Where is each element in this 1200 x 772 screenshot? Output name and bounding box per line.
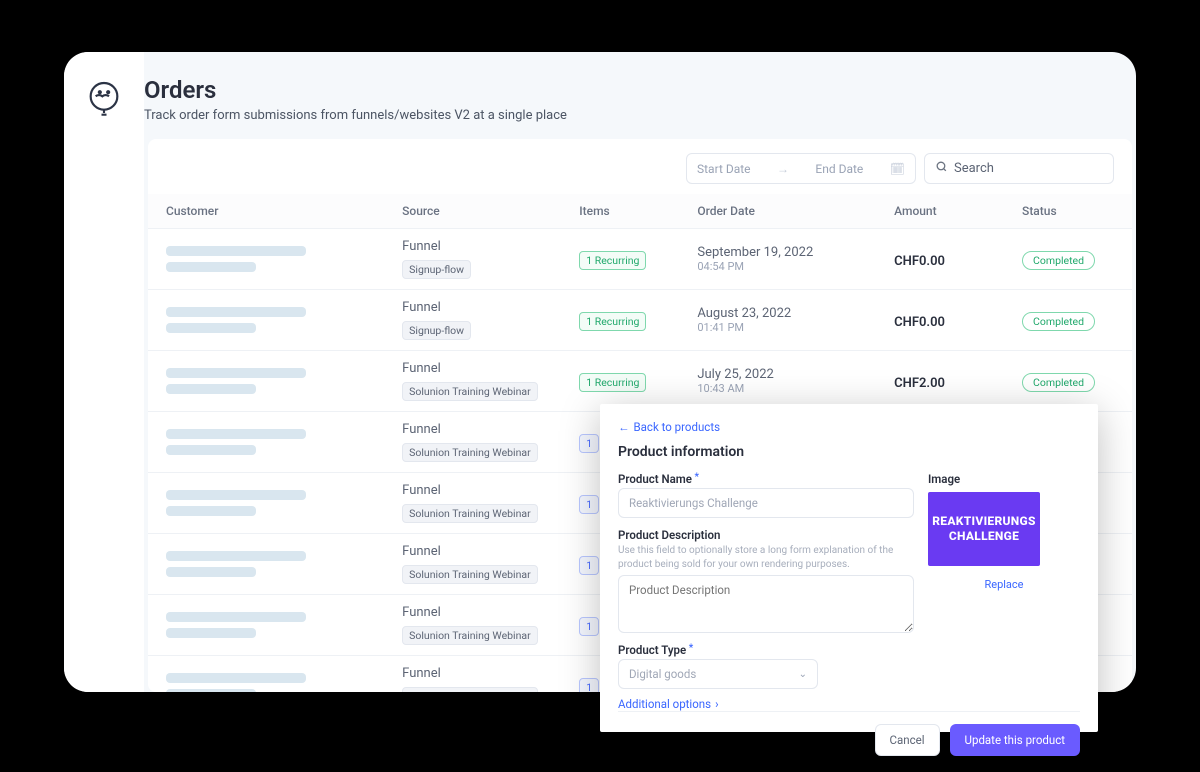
customer-redacted bbox=[166, 307, 366, 333]
source-type: Funnel bbox=[402, 666, 543, 681]
order-time: 01:41 PM bbox=[697, 321, 858, 334]
col-source: Source bbox=[384, 194, 561, 229]
items-pill: 1 Recurring bbox=[579, 312, 646, 331]
page-subtitle: Track order form submissions from funnel… bbox=[144, 108, 1136, 123]
page-title: Orders bbox=[144, 76, 1136, 104]
search-icon bbox=[935, 160, 948, 177]
product-type-select[interactable]: Digital goods ⌄ bbox=[618, 659, 818, 689]
order-date: July 25, 2022 bbox=[697, 367, 858, 382]
source-chip: Solunion Training Webinar bbox=[402, 687, 538, 692]
page-header: Orders Track order form submissions from… bbox=[144, 52, 1136, 139]
items-pill: 1 Recurring bbox=[579, 251, 646, 270]
items-pill: 1 Recurring bbox=[579, 373, 646, 392]
source-type: Funnel bbox=[402, 483, 543, 498]
end-date-placeholder: End Date bbox=[815, 162, 863, 176]
table-row[interactable]: Funnel Signup-flow 1 Recurring September 19… bbox=[148, 229, 1132, 290]
product-name-label: Product Name * bbox=[618, 472, 914, 486]
chevron-right-icon: › bbox=[715, 697, 718, 711]
product-type-label: Product Type * bbox=[618, 643, 914, 657]
source-chip: Signup-flow bbox=[402, 260, 471, 279]
image-label: Image bbox=[928, 472, 1080, 486]
items-pill: 1 bbox=[579, 617, 599, 636]
modal-footer: Cancel Update this product bbox=[618, 711, 1080, 770]
arrow-left-icon: ← bbox=[618, 420, 630, 434]
customer-redacted bbox=[166, 551, 366, 577]
filters-bar: Start Date → End Date 🗓 Search bbox=[148, 139, 1132, 194]
sidebar bbox=[64, 52, 144, 692]
col-orderdate: Order Date bbox=[679, 194, 876, 229]
chevron-down-icon: ⌄ bbox=[799, 669, 807, 680]
order-time: 04:54 PM bbox=[697, 260, 858, 273]
order-date: September 19, 2022 bbox=[697, 245, 858, 260]
status-badge: Completed bbox=[1022, 312, 1095, 331]
source-chip: Solunion Training Webinar bbox=[402, 382, 538, 401]
source-type: Funnel bbox=[402, 361, 543, 376]
calendar-icon: 🗓 bbox=[890, 162, 905, 176]
source-chip: Solunion Training Webinar bbox=[402, 443, 538, 462]
order-amount: CHF2.00 bbox=[894, 376, 945, 391]
order-amount: CHF0.00 bbox=[894, 254, 945, 269]
source-type: Funnel bbox=[402, 300, 543, 315]
order-time: 10:43 AM bbox=[697, 382, 858, 395]
customer-redacted bbox=[166, 490, 366, 516]
customer-redacted bbox=[166, 246, 366, 272]
source-type: Funnel bbox=[402, 605, 543, 620]
status-badge: Completed bbox=[1022, 251, 1095, 270]
col-customer: Customer bbox=[148, 194, 384, 229]
arrow-right-icon: → bbox=[777, 162, 789, 176]
start-date-placeholder: Start Date bbox=[697, 162, 751, 176]
customer-redacted bbox=[166, 612, 366, 638]
additional-options-link[interactable]: Additional options › bbox=[618, 697, 914, 711]
items-pill: 1 bbox=[579, 434, 599, 453]
cancel-button[interactable]: Cancel bbox=[875, 724, 940, 756]
product-image-thumbnail[interactable]: REAKTIVIERUNGS CHALLENGE bbox=[928, 492, 1040, 566]
col-items: Items bbox=[561, 194, 679, 229]
source-type: Funnel bbox=[402, 239, 543, 254]
order-date: August 23, 2022 bbox=[697, 306, 858, 321]
table-header-row: Customer Source Items Order Date Amount … bbox=[148, 194, 1132, 229]
date-range-input[interactable]: Start Date → End Date 🗓 bbox=[686, 153, 916, 184]
items-pill: 1 bbox=[579, 556, 599, 575]
product-desc-input[interactable] bbox=[618, 575, 914, 633]
source-type: Funnel bbox=[402, 544, 543, 559]
order-amount: CHF0.00 bbox=[894, 315, 945, 330]
product-desc-label: Product Description bbox=[618, 528, 914, 542]
table-row[interactable]: Funnel Signup-flow 1 Recurring August 23, 2… bbox=[148, 290, 1132, 351]
customer-redacted bbox=[166, 673, 366, 692]
source-chip: Solunion Training Webinar bbox=[402, 504, 538, 523]
source-type: Funnel bbox=[402, 422, 543, 437]
app-logo-icon bbox=[84, 78, 124, 118]
col-status: Status bbox=[1004, 194, 1132, 229]
items-pill: 1 bbox=[579, 678, 599, 693]
search-input[interactable]: Search bbox=[924, 153, 1114, 184]
back-label: Back to products bbox=[634, 420, 721, 434]
col-amount: Amount bbox=[876, 194, 1004, 229]
source-chip: Signup-flow bbox=[402, 321, 471, 340]
modal-title: Product information bbox=[618, 444, 1080, 460]
source-chip: Solunion Training Webinar bbox=[402, 565, 538, 584]
customer-redacted bbox=[166, 368, 366, 394]
source-chip: Solunion Training Webinar bbox=[402, 626, 538, 645]
update-product-button[interactable]: Update this product bbox=[950, 724, 1080, 756]
customer-redacted bbox=[166, 429, 366, 455]
replace-image-link[interactable]: Replace bbox=[928, 578, 1080, 591]
product-name-input[interactable] bbox=[618, 488, 914, 518]
table-row[interactable]: Funnel Solunion Training Webinar 1 Recurri… bbox=[148, 351, 1132, 412]
search-placeholder: Search bbox=[954, 161, 994, 176]
product-desc-hint: Use this field to optionally store a lon… bbox=[618, 544, 914, 571]
status-badge: Completed bbox=[1022, 373, 1095, 392]
product-type-value: Digital goods bbox=[629, 667, 696, 681]
items-pill: 1 bbox=[579, 495, 599, 514]
back-to-products-link[interactable]: ← Back to products bbox=[618, 420, 1080, 434]
product-modal: ← Back to products Product information P… bbox=[600, 404, 1098, 732]
